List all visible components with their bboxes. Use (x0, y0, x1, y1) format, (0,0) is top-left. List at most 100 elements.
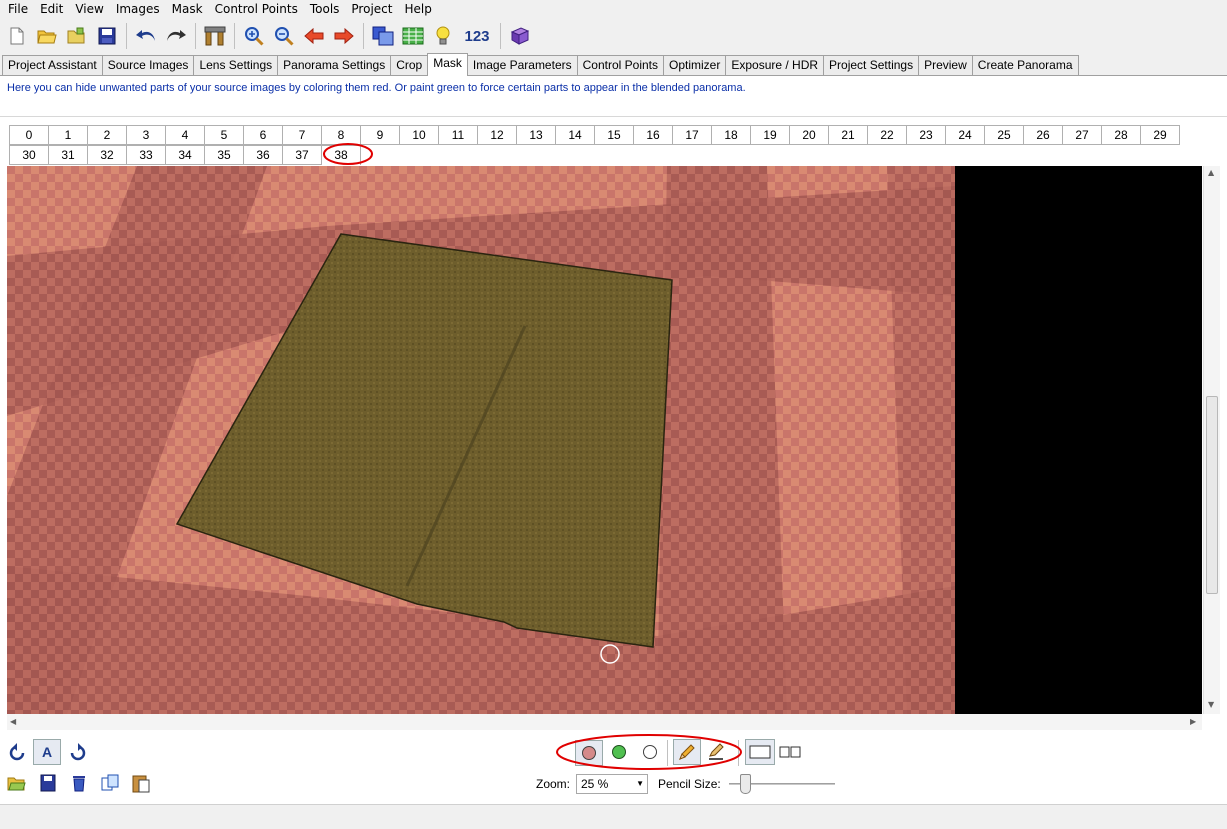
open-folder-icon[interactable] (34, 23, 60, 49)
zoom-in-icon[interactable] (241, 23, 267, 49)
image-tab-5[interactable]: 5 (204, 125, 244, 145)
tab-image-parameters[interactable]: Image Parameters (466, 55, 578, 75)
redo-icon[interactable] (163, 23, 189, 49)
mask-image[interactable] (7, 166, 1202, 714)
assistant-tools-icon[interactable] (202, 23, 228, 49)
book-icon[interactable] (507, 23, 533, 49)
zoom-out-icon[interactable] (271, 23, 297, 49)
image-tab-32[interactable]: 32 (87, 145, 127, 165)
scroll-up-icon[interactable]: ▲ (1208, 168, 1214, 177)
tab-panorama-settings[interactable]: Panorama Settings (277, 55, 392, 75)
menu-view[interactable]: View (69, 0, 109, 18)
tab-control-points[interactable]: Control Points (576, 55, 664, 75)
image-tab-24[interactable]: 24 (945, 125, 985, 145)
table-icon[interactable] (400, 23, 426, 49)
image-tab-11[interactable]: 11 (438, 125, 478, 145)
image-tab-30[interactable]: 30 (9, 145, 49, 165)
save-icon[interactable] (94, 23, 120, 49)
tab-project-assistant[interactable]: Project Assistant (2, 55, 103, 75)
rotate-right-icon[interactable] (66, 740, 90, 764)
delete-mask-icon[interactable] (67, 771, 91, 795)
image-tab-36[interactable]: 36 (243, 145, 283, 165)
undo-icon[interactable] (133, 23, 159, 49)
image-tab-31[interactable]: 31 (48, 145, 88, 165)
new-file-icon[interactable] (4, 23, 30, 49)
image-tab-26[interactable]: 26 (1023, 125, 1063, 145)
image-tab-20[interactable]: 20 (789, 125, 829, 145)
image-tab-19[interactable]: 19 (750, 125, 790, 145)
image-tab-29[interactable]: 29 (1140, 125, 1180, 145)
tab-project-settings[interactable]: Project Settings (823, 55, 920, 75)
menu-images[interactable]: Images (110, 0, 166, 18)
paste-mask-icon[interactable] (129, 771, 153, 795)
image-tab-3[interactable]: 3 (126, 125, 166, 145)
horizontal-scrollbar[interactable]: ◀ ▶ (7, 714, 1202, 730)
next-arrow-icon[interactable] (331, 23, 357, 49)
menu-help[interactable]: Help (398, 0, 437, 18)
image-tab-6[interactable]: 6 (243, 125, 283, 145)
zoom-select[interactable]: 25 % ▼ (576, 774, 648, 794)
image-tab-7[interactable]: 7 (282, 125, 322, 145)
pencil-size-slider-thumb[interactable] (740, 774, 752, 794)
load-mask-icon[interactable] (5, 771, 29, 795)
chevron-down-icon: ▼ (636, 779, 644, 788)
rotate-left-icon[interactable] (5, 740, 29, 764)
image-tab-4[interactable]: 4 (165, 125, 205, 145)
image-tab-2[interactable]: 2 (87, 125, 127, 145)
image-tab-37[interactable]: 37 (282, 145, 322, 165)
image-tab-0[interactable]: 0 (9, 125, 49, 145)
image-tabs-row-2: 30 31 32 33 34 35 36 37 38 (9, 145, 1209, 165)
scroll-down-icon[interactable]: ▼ (1208, 700, 1214, 709)
image-tab-35[interactable]: 35 (204, 145, 244, 165)
tab-source-images[interactable]: Source Images (101, 55, 195, 75)
menu-mask[interactable]: Mask (166, 0, 209, 18)
scroll-left-icon[interactable]: ◀ (10, 717, 16, 726)
menu-control-points[interactable]: Control Points (209, 0, 304, 18)
vertical-scrollbar[interactable]: ▲ ▼ (1203, 166, 1220, 714)
vertical-scroll-thumb[interactable] (1206, 396, 1218, 594)
tab-mask[interactable]: Mask (427, 53, 468, 76)
scroll-right-icon[interactable]: ▶ (1190, 717, 1196, 726)
image-tab-33[interactable]: 33 (126, 145, 166, 165)
image-tab-15[interactable]: 15 (594, 125, 634, 145)
image-tab-12[interactable]: 12 (477, 125, 517, 145)
previous-arrow-icon[interactable] (301, 23, 327, 49)
number-button[interactable]: 123 (460, 23, 494, 49)
tab-create-panorama[interactable]: Create Panorama (971, 55, 1079, 75)
image-tab-25[interactable]: 25 (984, 125, 1024, 145)
image-tab-28[interactable]: 28 (1101, 125, 1141, 145)
image-tab-27[interactable]: 27 (1062, 125, 1102, 145)
lightbulb-icon[interactable] (430, 23, 456, 49)
single-view-button[interactable] (745, 739, 775, 765)
menu-tools[interactable]: Tools (304, 0, 346, 18)
tab-lens-settings[interactable]: Lens Settings (193, 55, 279, 75)
image-tab-23[interactable]: 23 (906, 125, 946, 145)
tab-optimizer[interactable]: Optimizer (663, 55, 727, 75)
image-tab-13[interactable]: 13 (516, 125, 556, 145)
image-tab-21[interactable]: 21 (828, 125, 868, 145)
copy-mask-icon[interactable] (98, 771, 122, 795)
image-tab-1[interactable]: 1 (48, 125, 88, 145)
open-recent-icon[interactable] (64, 23, 90, 49)
tab-exposure-hdr[interactable]: Exposure / HDR (725, 55, 825, 75)
image-tab-10[interactable]: 10 (399, 125, 439, 145)
image-tab-14[interactable]: 14 (555, 125, 595, 145)
image-tab-34[interactable]: 34 (165, 145, 205, 165)
divider (0, 116, 1227, 117)
preview-window-icon[interactable] (370, 23, 396, 49)
tab-crop[interactable]: Crop (390, 55, 429, 75)
dual-view-icon[interactable] (778, 740, 802, 764)
mask-canvas[interactable] (7, 166, 1202, 714)
tab-preview[interactable]: Preview (918, 55, 973, 75)
menu-file[interactable]: File (2, 0, 34, 18)
menu-edit[interactable]: Edit (34, 0, 69, 18)
image-tab-16[interactable]: 16 (633, 125, 673, 145)
image-tab-22[interactable]: 22 (867, 125, 907, 145)
auto-mask-button[interactable]: A (33, 739, 61, 765)
annotation-ellipse (323, 143, 373, 165)
image-tab-18[interactable]: 18 (711, 125, 751, 145)
save-mask-icon[interactable] (36, 771, 60, 795)
image-tab-17[interactable]: 17 (672, 125, 712, 145)
toolbar: 123 (0, 18, 1227, 54)
menu-project[interactable]: Project (345, 0, 398, 18)
